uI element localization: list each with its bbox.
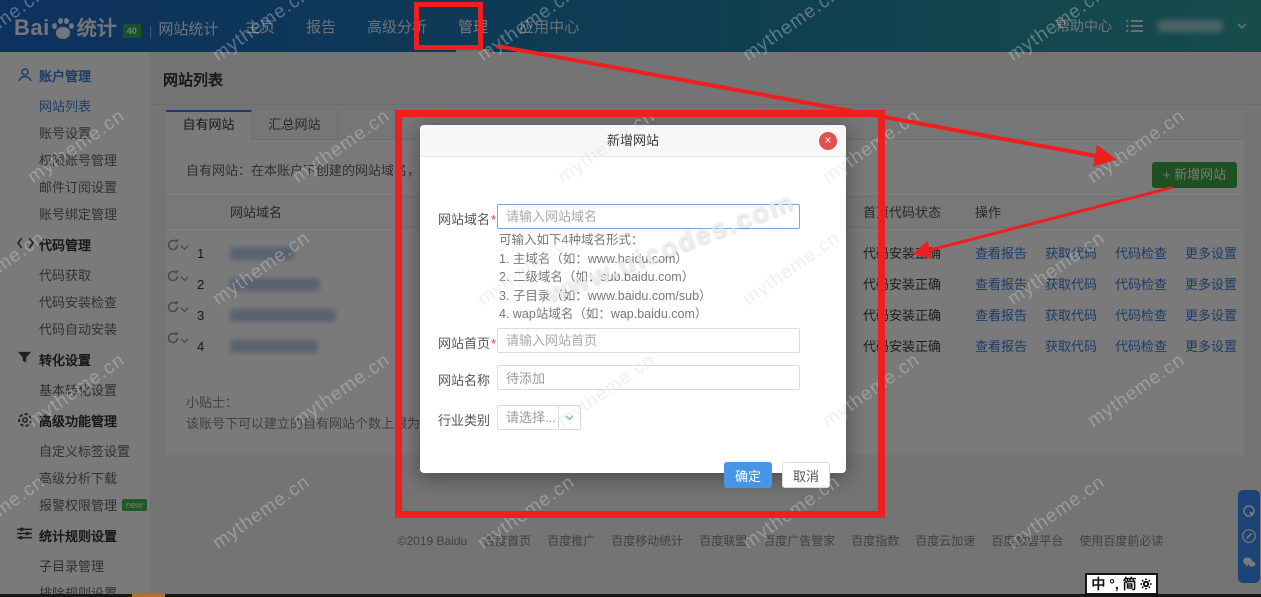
annotation-box-modal: [395, 110, 885, 518]
gear-icon[interactable]: [1140, 578, 1152, 590]
ime-text: 中 °, 简: [1091, 574, 1136, 594]
ime-language-bar[interactable]: 中 °, 简: [1085, 573, 1158, 595]
annotation-box-manage-menu: [414, 2, 483, 50]
